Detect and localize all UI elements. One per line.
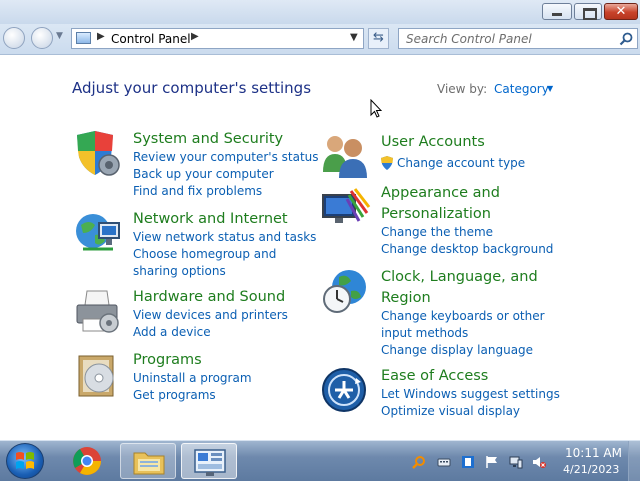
- link-homegroup-sharing[interactable]: Choose homegroup and sharing options: [133, 246, 313, 280]
- link-devices-printers[interactable]: View devices and printers: [133, 307, 288, 324]
- show-desktop-button[interactable]: [628, 441, 640, 481]
- link-get-programs[interactable]: Get programs: [133, 387, 216, 404]
- forward-button[interactable]: [31, 27, 53, 49]
- maximize-button[interactable]: [574, 3, 602, 20]
- address-bar[interactable]: ▶ Control Panel ▶ ▼: [71, 28, 364, 49]
- link-uninstall-program[interactable]: Uninstall a program: [133, 370, 252, 387]
- category-title[interactable]: Hardware and Sound: [133, 287, 285, 308]
- link-add-device[interactable]: Add a device: [133, 324, 211, 341]
- minimize-button[interactable]: [542, 3, 572, 20]
- control-panel-content: Adjust your computer's settings View by:…: [0, 55, 640, 440]
- window-titlebar: ✕: [0, 0, 640, 24]
- volume-muted-icon[interactable]: [532, 455, 546, 469]
- control-panel-icon: [194, 449, 226, 476]
- monitor-palette-icon: [322, 188, 371, 223]
- search-input[interactable]: [402, 30, 620, 47]
- link-change-keyboards[interactable]: Change keyboards or other input methods: [381, 308, 571, 342]
- link-find-fix-problems[interactable]: Find and fix problems: [133, 183, 262, 200]
- category-title[interactable]: Clock, Language, and Region: [381, 267, 551, 309]
- chrome-icon: [73, 447, 101, 475]
- taskbar: 10:11 AM 4/21/2023: [0, 440, 640, 481]
- link-change-account-type[interactable]: Change account type: [397, 155, 525, 172]
- recent-pages-dropdown[interactable]: ▼: [56, 31, 63, 41]
- view-by-label: View by:: [437, 82, 488, 96]
- link-desktop-background[interactable]: Change desktop background: [381, 241, 553, 258]
- link-back-up[interactable]: Back up your computer: [133, 166, 274, 183]
- start-button[interactable]: [6, 443, 44, 479]
- control-panel-icon: [76, 32, 91, 44]
- shield-icon: [77, 131, 120, 176]
- link-review-status[interactable]: Review your computer's status: [133, 149, 319, 166]
- category-title[interactable]: Programs: [133, 350, 202, 371]
- link-change-theme[interactable]: Change the theme: [381, 224, 493, 241]
- link-network-status[interactable]: View network status and tasks: [133, 229, 316, 246]
- taskbar-control-panel[interactable]: [181, 443, 237, 479]
- taskbar-chrome[interactable]: [59, 443, 115, 479]
- users-icon: [323, 136, 367, 178]
- clock-date[interactable]: 4/21/2023: [563, 463, 619, 476]
- close-button[interactable]: ✕: [604, 3, 638, 20]
- breadcrumb-chevron-icon[interactable]: ▶: [97, 31, 105, 42]
- refresh-button[interactable]: ⇆: [368, 28, 389, 49]
- link-display-language[interactable]: Change display language: [381, 342, 533, 359]
- close-icon: ✕: [615, 4, 627, 19]
- windows-logo-icon: [16, 452, 34, 469]
- globe-network-icon: [76, 214, 120, 251]
- programs-disc-icon: [78, 355, 114, 397]
- chevron-down-icon[interactable]: ▼: [547, 84, 553, 93]
- search-tray-icon[interactable]: [412, 455, 426, 469]
- page-title: Adjust your computer's settings: [72, 79, 312, 97]
- explorer-folder-icon: [133, 452, 165, 475]
- network-icon[interactable]: [509, 455, 523, 469]
- mouse-cursor-icon: [370, 99, 382, 118]
- search-icon[interactable]: [618, 31, 634, 47]
- keyboard-tray-icon[interactable]: [437, 455, 451, 469]
- category-title[interactable]: System and Security: [133, 129, 283, 150]
- back-button[interactable]: [3, 27, 25, 49]
- printer-icon: [76, 290, 119, 333]
- uac-shield-icon: [381, 156, 393, 170]
- link-windows-suggest-settings[interactable]: Let Windows suggest settings: [381, 386, 560, 403]
- taskbar-explorer[interactable]: [120, 443, 176, 479]
- flag-icon[interactable]: [485, 455, 499, 469]
- category-title[interactable]: Appearance and Personalization: [381, 183, 511, 225]
- clock-globe-icon: [323, 270, 366, 313]
- navigation-bar: ▼ ▶ Control Panel ▶ ▼ ⇆: [0, 24, 640, 55]
- link-optimize-visual-display[interactable]: Optimize visual display: [381, 403, 520, 420]
- clock-time[interactable]: 10:11 AM: [565, 446, 622, 460]
- category-title[interactable]: User Accounts: [381, 132, 485, 153]
- address-dropdown-icon[interactable]: ▼: [350, 32, 358, 43]
- category-title[interactable]: Ease of Access: [381, 366, 488, 387]
- view-by-dropdown[interactable]: Category: [494, 82, 549, 96]
- search-box[interactable]: [398, 28, 638, 49]
- ease-of-access-icon: [322, 368, 366, 412]
- category-title[interactable]: Network and Internet: [133, 209, 288, 230]
- tray-app-icon[interactable]: [461, 455, 475, 469]
- breadcrumb-chevron-icon[interactable]: ▶: [191, 31, 199, 42]
- breadcrumb-control-panel[interactable]: Control Panel: [111, 32, 191, 46]
